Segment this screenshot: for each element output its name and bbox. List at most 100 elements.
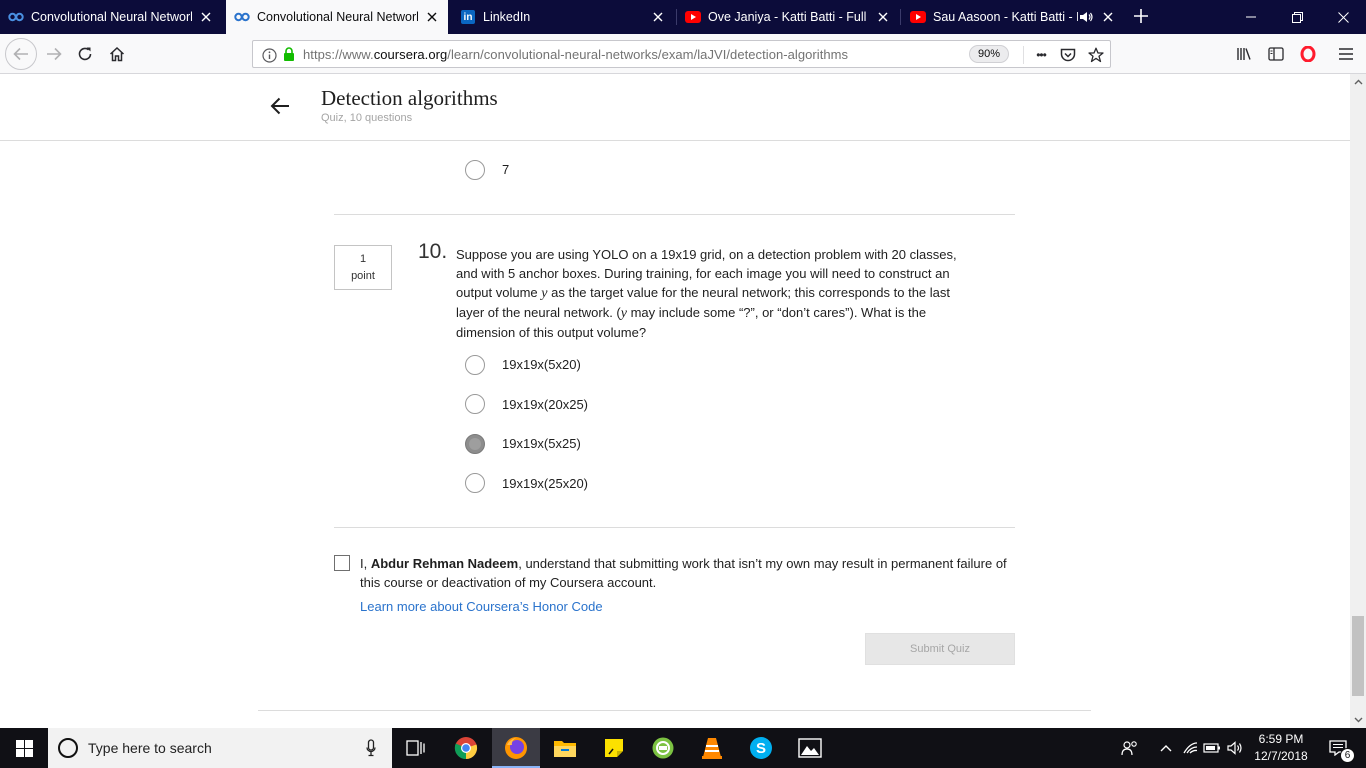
bookmark-star-icon[interactable] xyxy=(1087,46,1105,64)
wifi-icon[interactable] xyxy=(1180,738,1200,758)
coursera-icon xyxy=(8,9,24,25)
taskbar-search-box[interactable]: Type here to search xyxy=(48,728,392,768)
lock-icon[interactable] xyxy=(281,46,297,62)
tab-youtube-2[interactable]: Sau Aasoon - Katti Batti - Full Video xyxy=(902,0,1124,34)
option-3-label: 19x19x(5x25) xyxy=(502,436,581,451)
tab-linkedin[interactable]: in LinkedIn xyxy=(452,0,674,34)
linkedin-icon: in xyxy=(460,9,476,25)
question-text: Suppose you are using YOLO on a 19x19 gr… xyxy=(456,247,957,340)
close-tab-icon[interactable] xyxy=(424,9,440,25)
scroll-down-icon[interactable] xyxy=(1350,712,1366,728)
page-actions-icon[interactable]: ••• xyxy=(1032,46,1050,64)
sticky-notes-icon[interactable] xyxy=(590,728,638,768)
volume-icon[interactable] xyxy=(1225,738,1245,758)
option-3-radio-selected[interactable] xyxy=(465,434,485,454)
app-store-green-icon[interactable] xyxy=(639,728,687,768)
taskbar: Type here to search S 6:59 PM 12/7/2018 … xyxy=(0,728,1366,768)
url-separator xyxy=(1023,46,1024,64)
windows-start-button[interactable] xyxy=(0,728,48,768)
tab-coursera-2[interactable]: Convolutional Neural Networks xyxy=(226,0,448,34)
notification-count-badge: 6 xyxy=(1340,748,1355,763)
divider xyxy=(334,527,1015,528)
microphone-icon[interactable] xyxy=(362,738,380,758)
close-tab-icon[interactable] xyxy=(198,9,214,25)
honor-code-statement: I, Abdur Rehman Nadeem, understand that … xyxy=(360,556,1007,590)
battery-icon[interactable] xyxy=(1202,738,1222,758)
zoom-indicator[interactable]: 90% xyxy=(969,45,1010,63)
coursera-icon xyxy=(234,9,250,25)
option-4-radio[interactable] xyxy=(465,473,485,493)
search-placeholder: Type here to search xyxy=(88,740,212,756)
tab-title: Ove Janiya - Katti Batti - Full Video xyxy=(708,10,869,24)
close-tab-icon[interactable] xyxy=(1100,9,1116,25)
scroll-up-icon[interactable] xyxy=(1350,74,1366,90)
home-button[interactable] xyxy=(103,40,131,68)
quiz-header: Detection algorithms Quiz, 10 questions xyxy=(0,74,1350,141)
cortana-icon xyxy=(58,738,78,758)
vlc-icon[interactable] xyxy=(688,728,736,768)
tab-coursera-1[interactable]: Convolutional Neural Networks xyxy=(0,0,222,34)
tab-youtube-1[interactable]: Ove Janiya - Katti Batti - Full Video xyxy=(677,0,899,34)
tab-title: LinkedIn xyxy=(483,10,531,24)
tab-title: Convolutional Neural Networks xyxy=(31,10,192,24)
quiz-title: Detection algorithms xyxy=(321,86,498,110)
system-clock[interactable]: 6:59 PM 12/7/2018 xyxy=(1250,731,1312,765)
forward-button[interactable] xyxy=(40,40,68,68)
clock-date: 12/7/2018 xyxy=(1254,749,1308,763)
reload-button[interactable] xyxy=(71,40,99,68)
firefox-icon[interactable] xyxy=(492,728,540,768)
radio-button[interactable] xyxy=(465,160,485,180)
question-number: 10. xyxy=(418,240,448,263)
action-center-button[interactable]: 6 xyxy=(1318,728,1358,768)
new-tab-button[interactable] xyxy=(1130,5,1152,27)
task-view-icon[interactable] xyxy=(392,728,440,768)
close-tab-icon[interactable] xyxy=(875,9,891,25)
student-name: Abdur Rehman Nadeem xyxy=(370,556,519,571)
info-icon[interactable] xyxy=(261,47,277,63)
speaker-icon[interactable] xyxy=(1078,9,1094,25)
divider xyxy=(334,214,1015,215)
back-arrow-icon[interactable] xyxy=(266,92,294,120)
chrome-icon[interactable] xyxy=(442,728,490,768)
tab-title: Sau Aasoon - Katti Batti - Full Video xyxy=(933,10,1078,24)
option-2-radio[interactable] xyxy=(465,394,485,414)
menu-icon[interactable] xyxy=(1332,40,1360,68)
page-scrollbar[interactable] xyxy=(1350,74,1366,728)
option-1-label: 19x19x(5x20) xyxy=(502,357,581,372)
submit-quiz-button[interactable]: Submit Quiz xyxy=(865,633,1015,665)
points-box: 1 point xyxy=(334,245,392,290)
option-2-label: 19x19x(20x25) xyxy=(502,397,588,412)
option-label: 7 xyxy=(502,162,510,177)
minimize-button[interactable] xyxy=(1228,0,1274,34)
people-icon[interactable] xyxy=(1120,738,1140,758)
youtube-icon xyxy=(910,9,926,25)
clock-time: 6:59 PM xyxy=(1258,732,1304,746)
points-label: point xyxy=(351,270,375,282)
option-4-label: 19x19x(25x20) xyxy=(502,476,588,491)
chevron-up-icon[interactable] xyxy=(1156,738,1176,758)
file-explorer-icon[interactable] xyxy=(541,728,589,768)
url-text[interactable]: https://www.coursera.org/learn/convoluti… xyxy=(303,47,848,62)
sidebar-icon[interactable] xyxy=(1262,40,1290,68)
tab-strip: Convolutional Neural Networks Convolutio… xyxy=(0,0,1366,34)
skype-icon[interactable]: S xyxy=(737,728,785,768)
url-bar[interactable]: https://www.coursera.org/learn/convoluti… xyxy=(252,40,1111,68)
scrollbar-thumb[interactable] xyxy=(1352,616,1364,696)
back-button[interactable] xyxy=(5,38,37,70)
photos-icon[interactable] xyxy=(786,728,834,768)
tab-title: Convolutional Neural Networks xyxy=(257,10,418,24)
library-icon[interactable] xyxy=(1230,40,1258,68)
close-window-button[interactable] xyxy=(1320,0,1366,34)
honor-code-link[interactable]: Learn more about Coursera’s Honor Code xyxy=(360,599,603,614)
quiz-subtitle: Quiz, 10 questions xyxy=(321,112,413,124)
restore-button[interactable] xyxy=(1274,0,1320,34)
honor-code-checkbox[interactable] xyxy=(334,555,350,571)
opera-addon-icon[interactable] xyxy=(1294,40,1322,68)
close-tab-icon[interactable] xyxy=(650,9,666,25)
page-content: Detection algorithms Quiz, 10 questions … xyxy=(0,74,1350,728)
tab-separator xyxy=(900,9,901,25)
footer-divider xyxy=(258,710,1091,711)
pocket-icon[interactable] xyxy=(1059,46,1077,64)
points-value: 1 xyxy=(359,253,367,265)
option-1-radio[interactable] xyxy=(465,355,485,375)
